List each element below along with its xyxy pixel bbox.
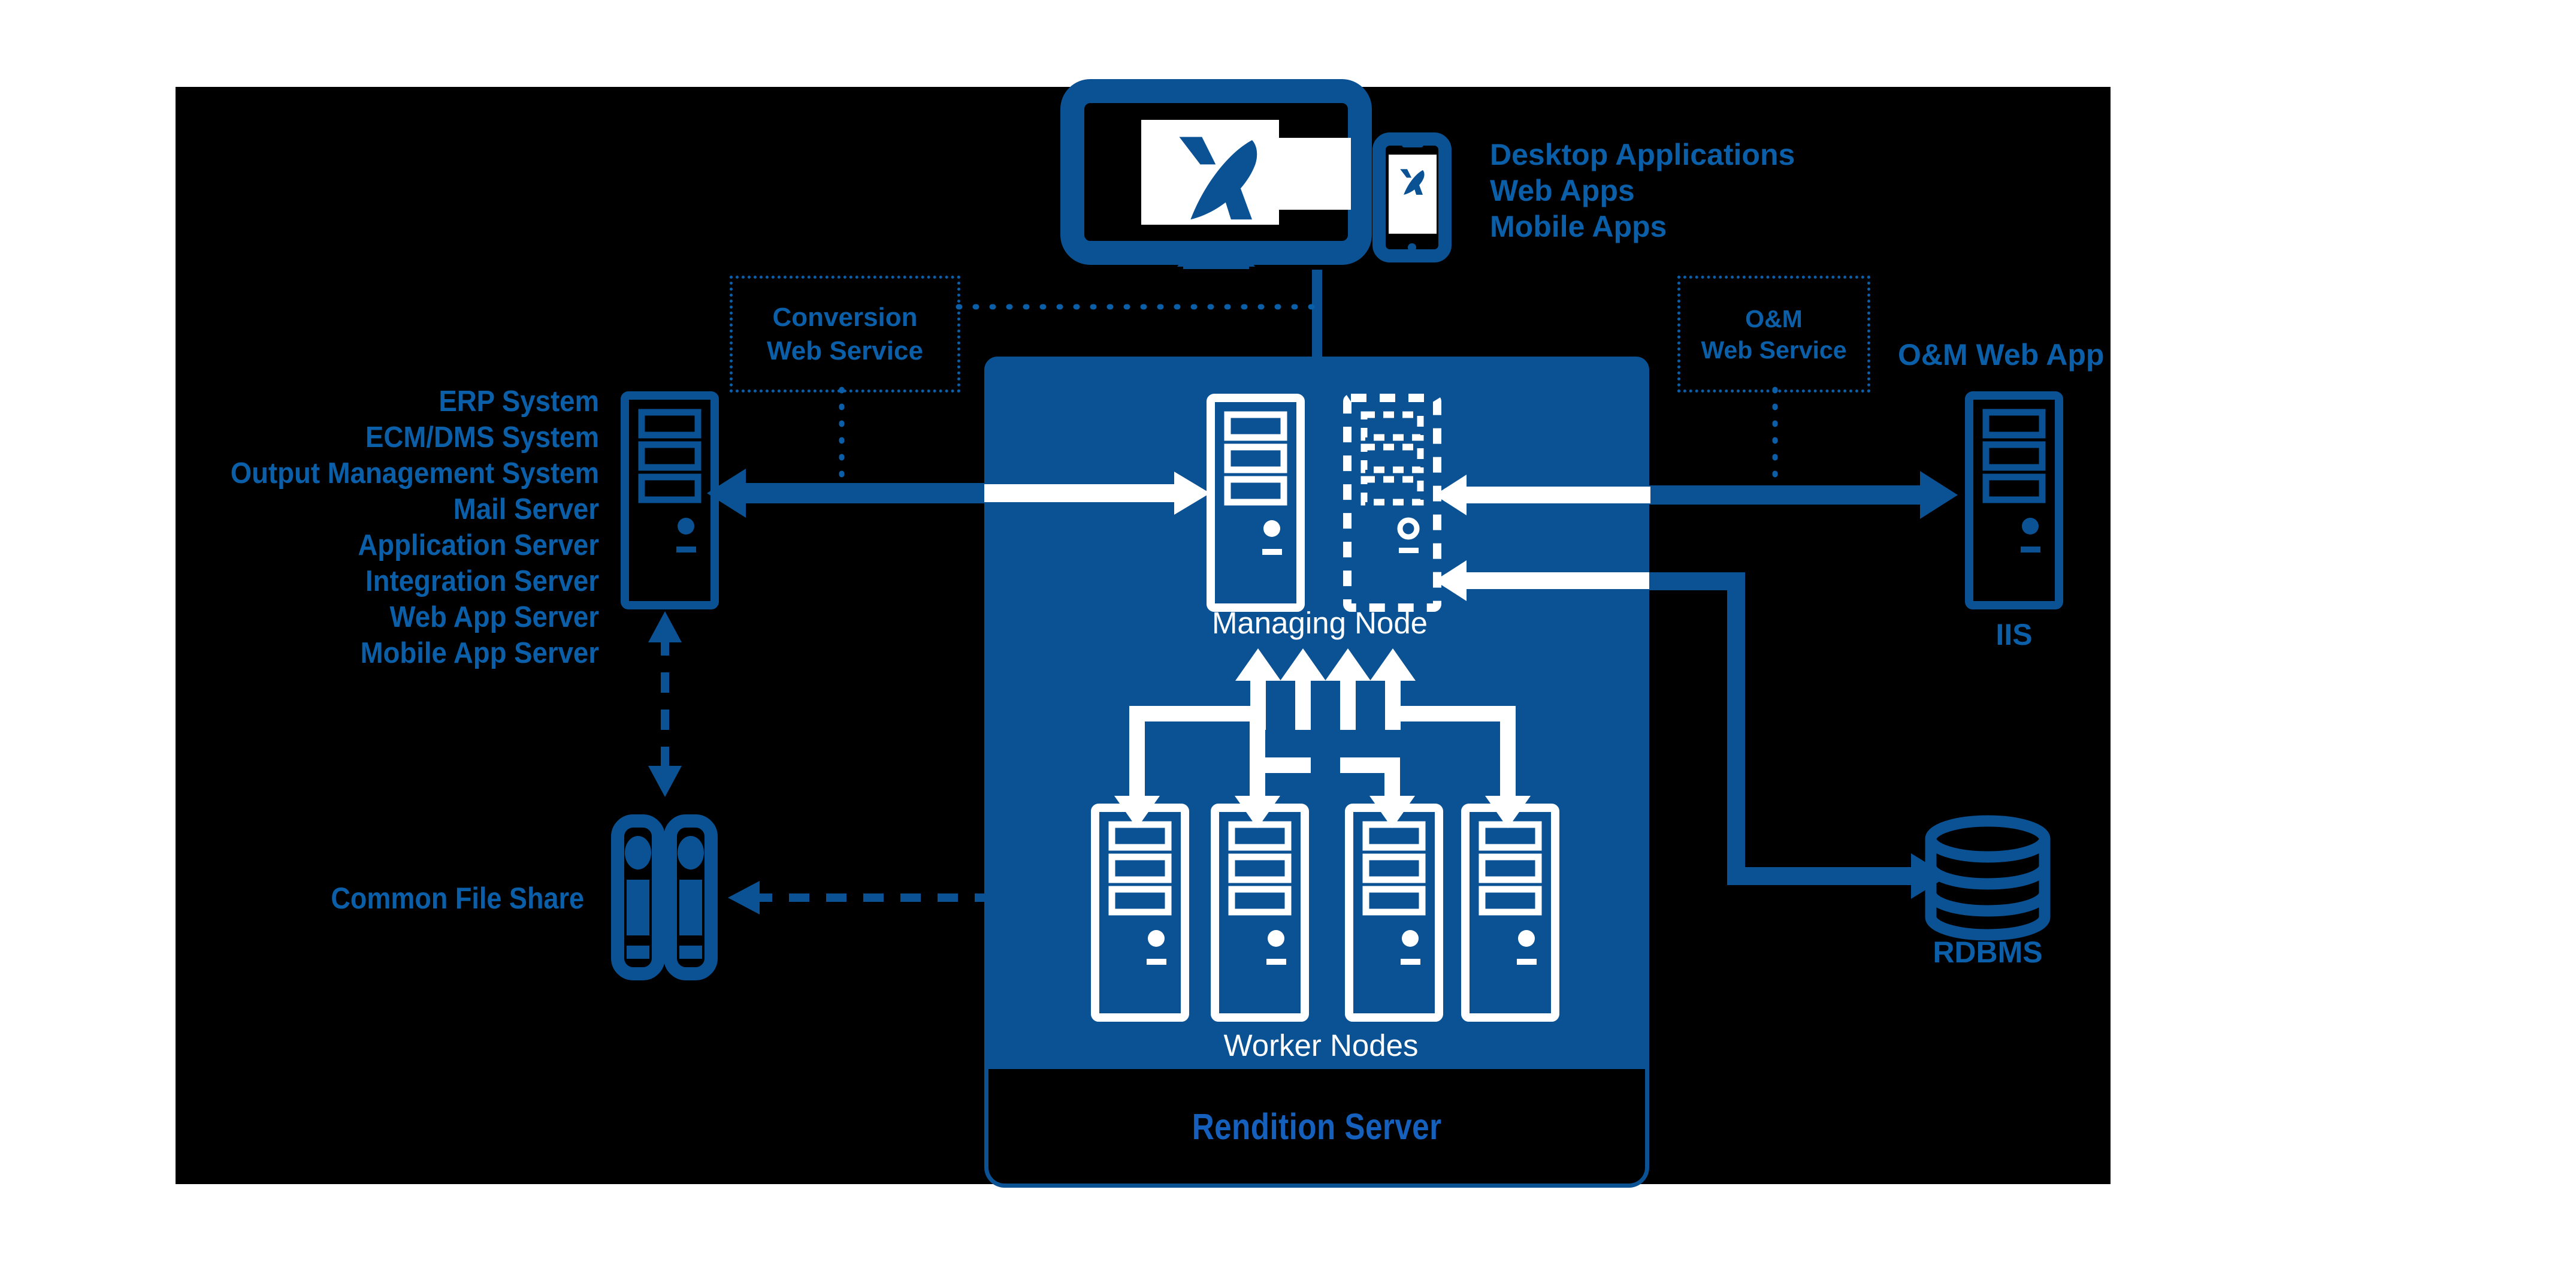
left-label-ecm: ECM/DMS System (365, 421, 599, 454)
left-systems-labels: ERP System ECM/DMS System Output Managem… (42, 384, 599, 671)
left-label-integration: Integration Server (365, 565, 599, 597)
left-label-erp: ERP System (439, 385, 599, 418)
rdbms-label: RDBMS (1933, 935, 2043, 969)
conversion-web-service-box: Conversion Web Service (730, 276, 960, 393)
conversion-ws-line1: Conversion (772, 302, 918, 332)
left-label-mail: Mail Server (453, 493, 599, 526)
client-label-desktop: Desktop Applications (1490, 138, 1795, 171)
om-ws-line2: Web Service (1701, 336, 1847, 364)
iis-label: IIS (1996, 618, 2033, 651)
client-label-web: Web Apps (1490, 174, 1635, 207)
managing-node-caption: Managing Node (1211, 606, 1428, 640)
om-web-service-box: O&M Web Service (1677, 276, 1870, 393)
left-label-webapp: Web App Server (389, 601, 599, 633)
rendition-server-footer: Rendition Server (984, 1069, 1649, 1188)
worker-nodes-caption: Worker Nodes (1223, 1028, 1419, 1062)
left-label-output-mgmt: Output Management System (230, 457, 600, 490)
client-label-mobile: Mobile Apps (1490, 210, 1667, 243)
rendition-server-panel (984, 357, 1649, 1069)
om-ws-line1: O&M (1745, 304, 1803, 333)
left-label-app-server: Application Server (358, 529, 599, 561)
common-file-share-label: Common File Share (331, 881, 584, 915)
diagram-canvas: Rendition Server Managing Node Worker No… (0, 0, 2576, 1274)
left-label-mobileapp: Mobile App Server (360, 637, 599, 669)
client-app-labels: Desktop Applications Web Apps Mobile App… (1490, 137, 1795, 244)
conversion-ws-line2: Web Service (767, 336, 923, 366)
om-web-app-label: O&M Web App (1898, 338, 2105, 372)
rendition-server-label: Rendition Server (1192, 1106, 1442, 1147)
